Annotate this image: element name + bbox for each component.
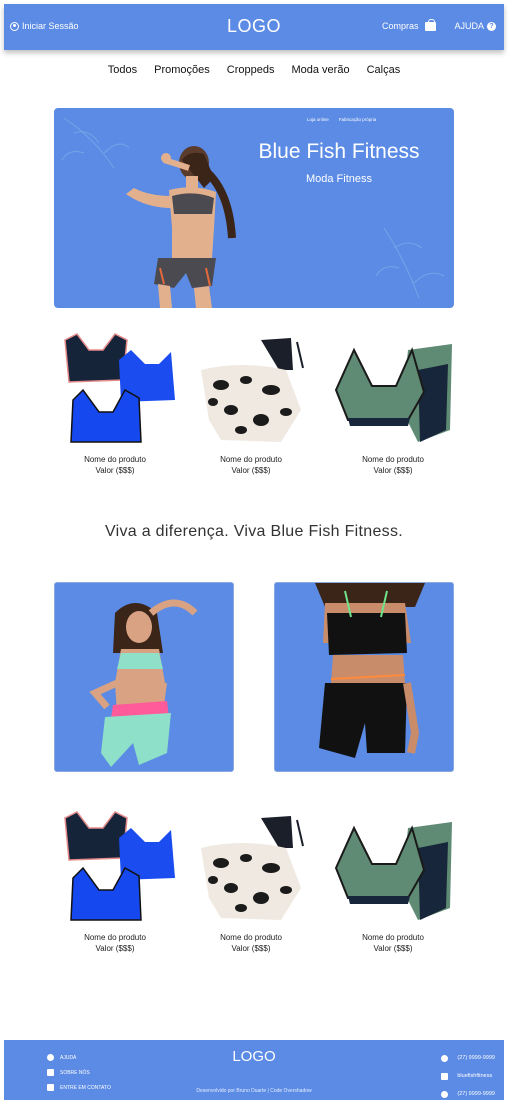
product-card[interactable]: Nome do produto Valor ($$$) (50, 808, 180, 954)
product-value: Valor ($$$) (231, 944, 271, 953)
product-name: Nome do produto (220, 455, 282, 464)
footer-link-label: SOBRE NÓS (60, 1069, 90, 1076)
product-card[interactable]: Nome do produto Valor ($$$) (328, 808, 458, 954)
nav-item-moda-verao[interactable]: Moda verão (291, 64, 349, 76)
product-value: Valor ($$$) (231, 466, 271, 475)
footer-credit: Desenvolvido por Bruno Duarte | Code Ove… (196, 1088, 312, 1094)
footer-contacts: (27) 9999-9999 bluefishfitness (27) 9999… (441, 1049, 495, 1100)
model-black-illustration (315, 583, 425, 758)
product-card[interactable]: Nome do produto Valor ($$$) (328, 330, 458, 476)
phone-icon (441, 1090, 449, 1098)
contact-whatsapp[interactable]: (27) 9999-9999 (441, 1049, 495, 1067)
contact-instagram[interactable]: bluefishfitness (441, 1067, 495, 1085)
product-name: Nome do produto (220, 933, 282, 942)
product-image-bras (64, 811, 175, 921)
product-name: Nome do produto (362, 933, 424, 942)
banner-title: Blue Fish Fitness (258, 140, 420, 163)
model-mint-illustration (89, 599, 198, 767)
instagram-icon (441, 1072, 449, 1080)
banner-model (126, 146, 236, 308)
top-header: Iniciar Sessão LOGO Compras AJUDA ? (4, 4, 504, 50)
category-nav: Todos Promoções Croppeds Moda verão Calç… (0, 64, 508, 76)
cart-label: Compras (382, 21, 419, 31)
contact-label: (27) 9999-9999 (457, 1091, 495, 1097)
product-image-leggings (201, 338, 304, 442)
cart-link[interactable]: Compras (382, 18, 436, 31)
product-card[interactable]: Nome do produto Valor ($$$) (50, 330, 180, 476)
nav-item-promocoes[interactable]: Promoções (154, 64, 210, 76)
banner-subtitle: Moda Fitness (305, 173, 373, 185)
product-card[interactable]: Nome do produto Valor ($$$) (186, 808, 316, 954)
product-image-green-set (334, 822, 452, 920)
banner-illustration (61, 117, 445, 308)
product-value: Valor ($$$) (373, 944, 413, 953)
contact-label: (27) 9999-9999 (457, 1055, 495, 1061)
shopping-bag-icon (424, 18, 436, 31)
product-name: Nome do produto (362, 455, 424, 464)
product-value: Valor ($$$) (373, 466, 413, 475)
help-label: AJUDA (454, 21, 484, 31)
nav-item-croppeds[interactable]: Croppeds (227, 64, 275, 76)
brand-slogan: Viva a diferença. Viva Blue Fish Fitness… (104, 523, 404, 540)
mini-link-loja[interactable]: Loja online (307, 117, 329, 122)
question-icon: ? (487, 21, 496, 31)
banner-mini-links: Loja online Fabricação própria (307, 117, 376, 122)
model-photo-mint[interactable] (54, 582, 234, 772)
product-card[interactable]: Nome do produto Valor ($$$) (186, 330, 316, 476)
product-image-green-set (334, 344, 452, 442)
nav-item-calcas[interactable]: Calças (367, 64, 401, 76)
hero-banner[interactable]: Loja online Fabricação própria Blue Fish… (54, 108, 454, 308)
contact-phone[interactable]: (27) 9999-9999 (441, 1085, 495, 1100)
nav-item-todos[interactable]: Todos (108, 64, 137, 76)
product-image-leggings (201, 816, 304, 920)
product-image-bras (64, 333, 175, 443)
product-name: Nome do produto (84, 455, 146, 464)
site-footer: AJUDA SOBRE NÓS ENTRE EM CONTATO LOGO De… (4, 1040, 504, 1100)
product-name: Nome do produto (84, 933, 146, 942)
footer-logo[interactable]: LOGO (4, 1048, 504, 1065)
contact-label: bluefishfitness (457, 1073, 493, 1079)
product-value: Valor ($$$) (95, 944, 135, 953)
bank-icon (47, 1069, 54, 1076)
help-link[interactable]: AJUDA ? (454, 21, 496, 31)
whatsapp-icon (441, 1054, 449, 1062)
footer-link-about[interactable]: SOBRE NÓS (47, 1065, 111, 1080)
model-photo-black[interactable] (274, 582, 454, 772)
mini-link-fabricacao[interactable]: Fabricação própria (339, 117, 377, 122)
product-value: Valor ($$$) (95, 466, 135, 475)
